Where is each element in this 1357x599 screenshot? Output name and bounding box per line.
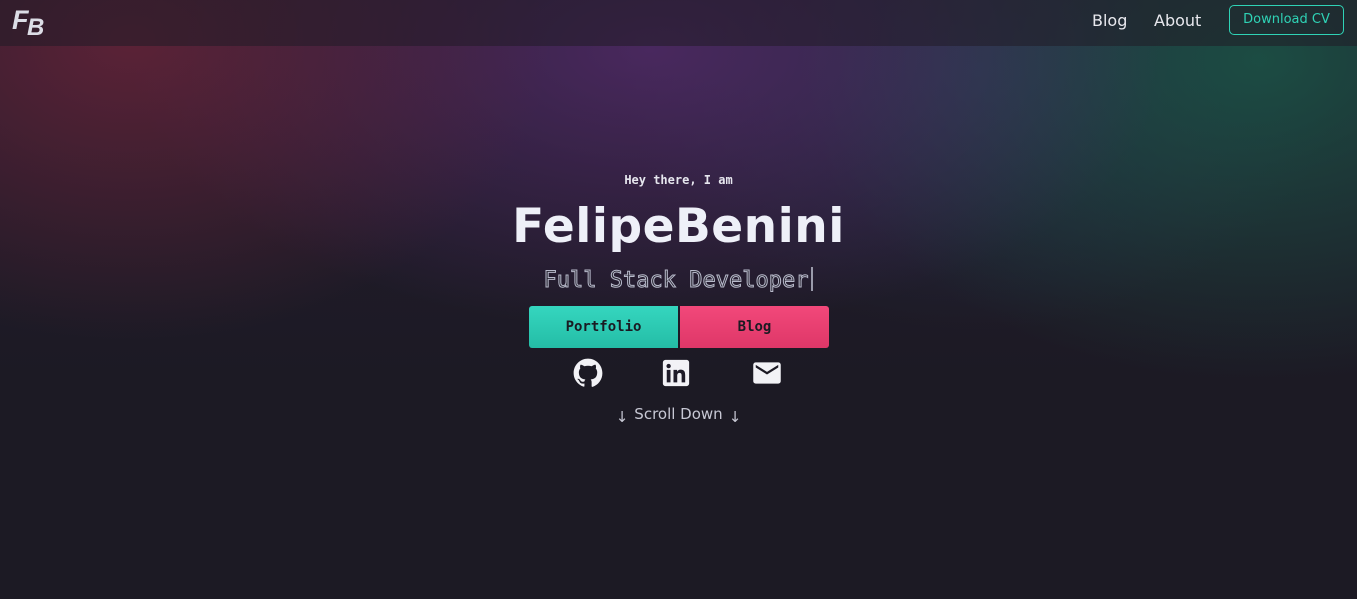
nav-about-link[interactable]: About [1154,10,1201,32]
email-link[interactable] [752,358,782,388]
top-navbar: F B Blog About Download CV [0,0,1357,46]
portfolio-button[interactable]: Portfolio [529,306,678,348]
scroll-down-label: Scroll Down [634,405,723,423]
hero-greeting: Hey there, I am [624,173,733,187]
mail-icon [753,362,781,384]
hero-name: FelipeBenini [512,199,845,254]
arrow-down-icon: ↓ [615,408,629,426]
hero-role-text: Full Stack Developer [543,268,809,294]
scroll-down-hint[interactable]: ↓ Scroll Down ↓ [0,403,1357,428]
github-icon [573,358,603,387]
page: F B Blog About Download CV Hey there, I … [0,0,1357,599]
svg-text:B: B [27,14,44,40]
blog-button[interactable]: Blog [680,306,829,348]
fb-logo[interactable]: F B [11,2,53,41]
linkedin-link[interactable] [661,358,691,388]
arrow-down-icon: ↓ [728,408,742,426]
hero-role: Full Stack Developer [0,266,1357,296]
download-cv-button[interactable]: Download CV [1229,5,1344,35]
nav-blog-link[interactable]: Blog [1092,10,1127,32]
fb-logo-icon: F B [12,5,44,41]
typing-cursor [811,267,814,291]
github-link[interactable] [573,358,603,388]
background-gradient [0,0,1357,599]
linkedin-icon [662,359,690,387]
